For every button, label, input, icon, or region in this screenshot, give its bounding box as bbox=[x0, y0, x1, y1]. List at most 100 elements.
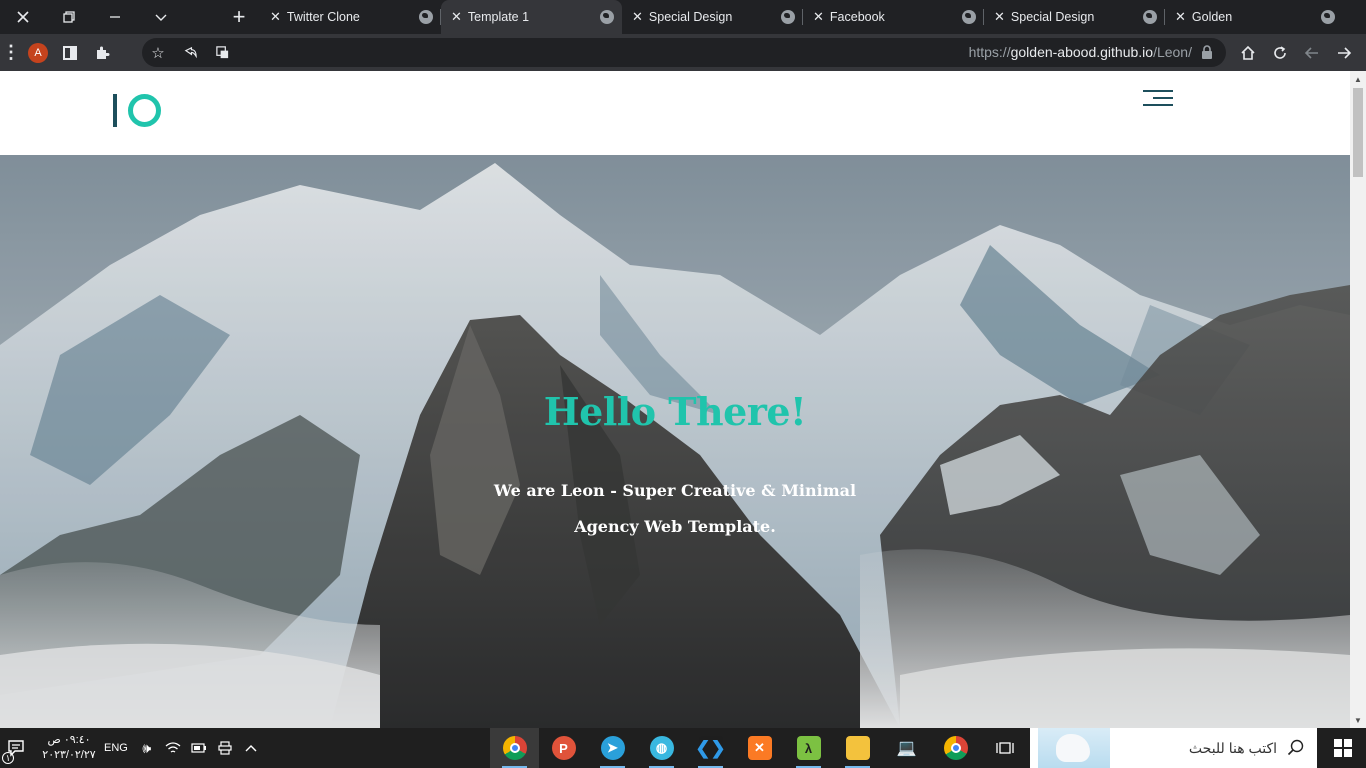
task-view-app[interactable] bbox=[980, 728, 1029, 768]
lock-icon[interactable] bbox=[1200, 45, 1214, 60]
folder-icon bbox=[845, 736, 870, 760]
side-panel-icon[interactable] bbox=[54, 34, 86, 71]
globe-icon bbox=[1143, 10, 1157, 24]
globe-icon bbox=[600, 10, 614, 24]
url-path: /Leon/ bbox=[1153, 44, 1192, 60]
globe-icon bbox=[1321, 10, 1335, 24]
chrome-icon bbox=[943, 736, 968, 760]
restore-window-icon[interactable] bbox=[46, 0, 92, 34]
tab-template-1[interactable]: ✕ Template 1 bbox=[441, 0, 622, 34]
tab-close-icon[interactable]: ✕ bbox=[994, 9, 1005, 25]
tab-search-chevron-down-icon[interactable] bbox=[138, 0, 184, 34]
task-view-icon bbox=[993, 736, 1017, 760]
chrome-app-2[interactable] bbox=[931, 728, 980, 768]
globe-icon bbox=[962, 10, 976, 24]
logo-bar-shape bbox=[113, 93, 117, 127]
chevron-up-icon[interactable] bbox=[238, 728, 264, 768]
new-tab-plus-icon[interactable]: + bbox=[220, 0, 258, 34]
battery-icon[interactable] bbox=[186, 728, 212, 768]
notification-count-badge: ١ bbox=[2, 752, 14, 764]
tab-close-icon[interactable]: ✕ bbox=[813, 9, 824, 25]
chrome-app[interactable] bbox=[490, 728, 539, 768]
tab-close-icon[interactable]: ✕ bbox=[632, 9, 643, 25]
xampp-icon: ✕ bbox=[747, 736, 772, 760]
tab-strip: + ✕ Twitter Clone ✕ Template 1 ✕ Special… bbox=[0, 0, 1366, 34]
site-header bbox=[0, 71, 1350, 155]
hamburger-menu-icon[interactable] bbox=[1143, 90, 1173, 108]
tab-title: Facebook bbox=[829, 10, 885, 24]
tab-title: Golden bbox=[1191, 10, 1233, 24]
chrome-icon bbox=[502, 736, 527, 760]
extensions-puzzle-icon[interactable] bbox=[86, 34, 118, 71]
scroll-up-arrow-icon[interactable]: ▲ bbox=[1350, 71, 1366, 87]
vscode-app[interactable]: ❮❯ bbox=[686, 728, 735, 768]
tab-twitter-clone[interactable]: ✕ Twitter Clone bbox=[260, 0, 441, 34]
tab-title: Twitter Clone bbox=[286, 10, 360, 24]
clock[interactable]: ٠٩:٤٠ ص ٢٠٢٣/٠٢/٢٧ bbox=[38, 733, 100, 763]
p-app-icon: P bbox=[551, 736, 576, 760]
scroll-down-arrow-icon[interactable]: ▼ bbox=[1350, 712, 1366, 728]
system-tray: ١ ٠٩:٤٠ ص ٢٠٢٣/٠٢/٢٧ ENG 🕪 bbox=[0, 728, 264, 768]
notifications-icon[interactable]: ١ bbox=[0, 728, 32, 768]
clock-date: ٢٠٢٣/٠٢/٢٧ bbox=[42, 749, 96, 761]
bookmark-star-icon[interactable]: ☆ bbox=[142, 38, 174, 67]
laptop-icon: 💻 bbox=[896, 740, 917, 757]
vscode-icon: ❮❯ bbox=[695, 736, 726, 760]
search-placeholder: اكتب هنا للبحث bbox=[1188, 740, 1277, 756]
forward-arrow-icon[interactable] bbox=[1328, 34, 1360, 71]
mountain-landscape-image bbox=[0, 155, 1350, 728]
logo-ring-shape bbox=[128, 93, 161, 127]
tab-title: Special Design bbox=[1010, 10, 1095, 24]
tab-close-icon[interactable]: ✕ bbox=[1175, 9, 1186, 25]
search-icon bbox=[1287, 739, 1304, 756]
share-icon[interactable] bbox=[174, 38, 206, 67]
volume-icon[interactable]: 🕪 bbox=[134, 728, 160, 768]
avatar: A bbox=[28, 42, 48, 63]
lambda-app[interactable]: λ bbox=[784, 728, 833, 768]
device-icon[interactable] bbox=[212, 728, 238, 768]
tab-special-design-2[interactable]: ✕ Special Design bbox=[984, 0, 1165, 34]
taskbar-search-box[interactable]: اكتب هنا للبحث bbox=[1030, 728, 1317, 768]
wifi-icon[interactable] bbox=[160, 728, 186, 768]
xampp-app[interactable]: ✕ bbox=[735, 728, 784, 768]
tab-list: ✕ Twitter Clone ✕ Template 1 ✕ Special D… bbox=[260, 0, 1343, 34]
scrollbar-thumb[interactable] bbox=[1353, 88, 1363, 177]
telegram-app[interactable]: ➤ bbox=[588, 728, 637, 768]
windows-start-icon[interactable] bbox=[1320, 728, 1366, 768]
page-scrollbar[interactable]: ▲ ▼ bbox=[1350, 71, 1366, 728]
tab-close-icon[interactable]: ✕ bbox=[270, 9, 281, 25]
tab-title: Special Design bbox=[648, 10, 733, 24]
telegram-icon: ➤ bbox=[600, 736, 625, 760]
search-highlight-image bbox=[1038, 728, 1110, 768]
tab-facebook[interactable]: ✕ Facebook bbox=[803, 0, 984, 34]
hero-subtitle: We are Leon - Super Creative & Minimal A… bbox=[493, 481, 857, 536]
address-bar[interactable]: ☆ https://golden-abood.github.io/Leon/ bbox=[142, 38, 1226, 67]
laptop-app[interactable]: 💻 bbox=[882, 728, 931, 768]
page-viewport: Hello There! We are Leon - Super Creativ… bbox=[0, 71, 1350, 728]
tab-close-icon[interactable]: ✕ bbox=[451, 9, 462, 25]
profile-button[interactable]: A bbox=[22, 34, 54, 71]
input-language[interactable]: ENG bbox=[104, 742, 128, 754]
edge-app[interactable]: ◍ bbox=[637, 728, 686, 768]
site-logo[interactable] bbox=[113, 93, 161, 127]
globe-icon bbox=[781, 10, 795, 24]
tab-special-design[interactable]: ✕ Special Design bbox=[622, 0, 803, 34]
translate-icon[interactable] bbox=[206, 38, 238, 67]
menu-kebab-icon[interactable]: ⋮ bbox=[0, 34, 22, 71]
tab-golden[interactable]: ✕ Golden bbox=[1165, 0, 1343, 34]
postman-like-app[interactable]: P bbox=[539, 728, 588, 768]
minimize-window-icon[interactable] bbox=[92, 0, 138, 34]
windows-taskbar: ١ ٠٩:٤٠ ص ٢٠٢٣/٠٢/٢٧ ENG 🕪 P ➤ ◍ ❮❯ ✕ λ … bbox=[0, 728, 1366, 768]
tab-title: Template 1 bbox=[467, 10, 530, 24]
browser-toolbar: ⋮ A ☆ https://golden-abood.github.io/Leo… bbox=[0, 34, 1366, 71]
back-arrow-icon[interactable] bbox=[1296, 34, 1328, 71]
file-explorer-app[interactable] bbox=[833, 728, 882, 768]
clock-time: ٠٩:٤٠ ص bbox=[47, 734, 91, 746]
url-scheme: https:// bbox=[968, 44, 1011, 60]
home-icon[interactable] bbox=[1232, 34, 1264, 71]
url-text: https://golden-abood.github.io/Leon/ bbox=[969, 38, 1192, 67]
url-host: golden-abood.github.io bbox=[1010, 44, 1154, 60]
close-window-icon[interactable] bbox=[0, 0, 46, 34]
lambda-icon: λ bbox=[796, 736, 821, 760]
reload-icon[interactable] bbox=[1264, 34, 1296, 71]
